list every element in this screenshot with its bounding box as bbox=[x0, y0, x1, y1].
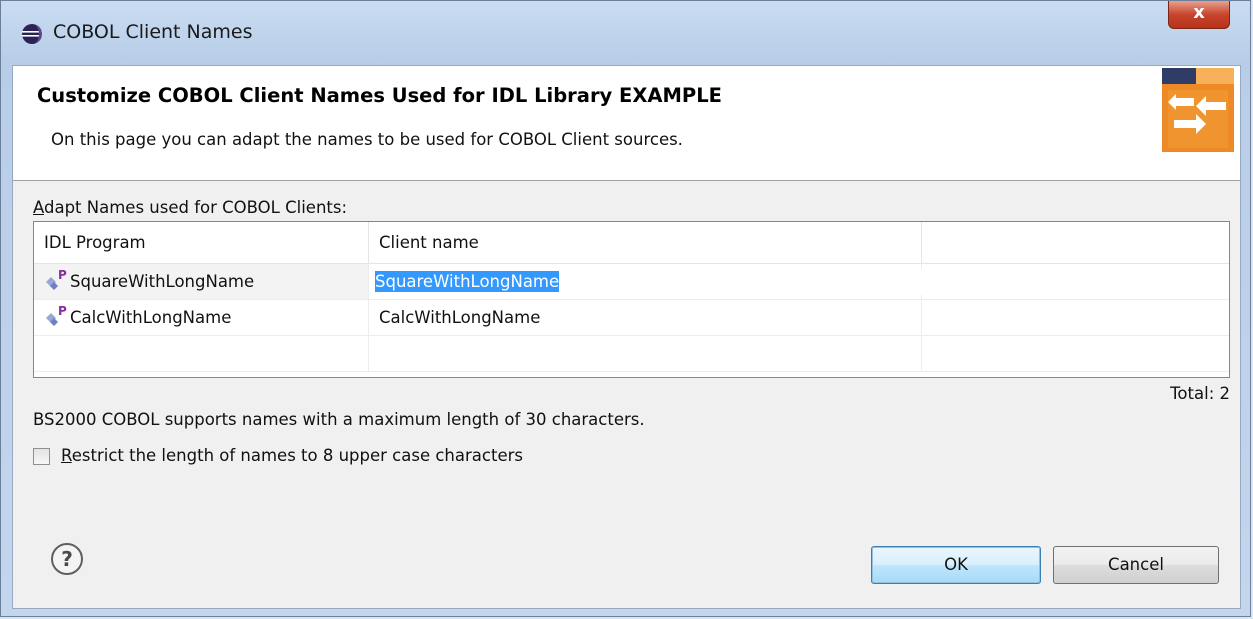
empty-cell bbox=[922, 264, 1229, 299]
empty-cell bbox=[34, 336, 369, 371]
section-label-mnemonic: A bbox=[33, 198, 44, 217]
page-description: On this page you can adapt the names to … bbox=[51, 130, 683, 149]
empty-cell bbox=[369, 336, 922, 371]
wizard-banner-icon bbox=[1162, 68, 1234, 152]
restrict-label-text: estrict the length of names to 8 upper c… bbox=[71, 446, 523, 465]
idl-program-icon: P bbox=[46, 268, 67, 290]
section-label-text: dapt Names used for COBOL Clients: bbox=[44, 198, 348, 217]
svg-text:?: ? bbox=[61, 547, 73, 571]
svg-text:P: P bbox=[58, 304, 67, 318]
empty-cell bbox=[922, 336, 1229, 371]
client-name-editor[interactable]: SquareWithLongName bbox=[373, 269, 923, 295]
svg-text:P: P bbox=[58, 268, 67, 282]
close-button[interactable]: x bbox=[1168, 1, 1230, 29]
restrict-length-label[interactable]: Restrict the length of names to 8 upper … bbox=[61, 446, 523, 465]
empty-cell bbox=[922, 300, 1229, 335]
column-header-client-name[interactable]: Client name bbox=[369, 222, 922, 263]
table-row-empty bbox=[34, 336, 1229, 372]
info-text: BS2000 COBOL supports names with a maxim… bbox=[33, 410, 645, 429]
column-header-empty[interactable] bbox=[922, 222, 1229, 263]
eclipse-icon bbox=[22, 24, 42, 44]
help-icon[interactable]: ? bbox=[50, 542, 84, 576]
idl-program-name: SquareWithLongName bbox=[70, 272, 255, 291]
wizard-banner: Customize COBOL Client Names Used for ID… bbox=[13, 66, 1240, 181]
page-title: Customize COBOL Client Names Used for ID… bbox=[37, 84, 722, 107]
idl-program-name: CalcWithLongName bbox=[70, 308, 232, 327]
restrict-label-mnemonic: R bbox=[61, 446, 72, 465]
title-bar[interactable]: COBOL Client Names x bbox=[1, 1, 1250, 65]
table-header: IDL Program Client name bbox=[34, 222, 1229, 264]
cancel-button[interactable]: Cancel bbox=[1053, 546, 1219, 584]
dialog-body: Customize COBOL Client Names Used for ID… bbox=[12, 65, 1241, 609]
idl-program-icon: P bbox=[46, 304, 67, 326]
idl-program-cell[interactable]: P SquareWithLongName bbox=[34, 264, 369, 299]
close-icon: x bbox=[1193, 2, 1205, 23]
idl-program-cell[interactable]: P CalcWithLongName bbox=[34, 300, 369, 335]
total-count: Total: 2 bbox=[1170, 384, 1230, 403]
table-row[interactable]: P CalcWithLongName CalcWithLongName bbox=[34, 300, 1229, 336]
ok-button[interactable]: OK bbox=[871, 546, 1041, 584]
window-title: COBOL Client Names bbox=[53, 21, 253, 43]
client-name-cell[interactable]: CalcWithLongName bbox=[369, 300, 922, 335]
restrict-length-checkbox[interactable] bbox=[33, 448, 50, 465]
section-label: Adapt Names used for COBOL Clients: bbox=[33, 198, 347, 217]
column-header-idl-program[interactable]: IDL Program bbox=[34, 222, 369, 263]
client-name-selected-text: SquareWithLongName bbox=[375, 271, 560, 292]
table-row[interactable]: P SquareWithLongName SquareWithLongName bbox=[34, 264, 1229, 300]
client-name-cell[interactable]: SquareWithLongName bbox=[369, 264, 923, 299]
dialog-window: COBOL Client Names x Customize COBOL Cli… bbox=[0, 0, 1251, 617]
names-table[interactable]: IDL Program Client name P SquareWithLong… bbox=[33, 221, 1230, 378]
